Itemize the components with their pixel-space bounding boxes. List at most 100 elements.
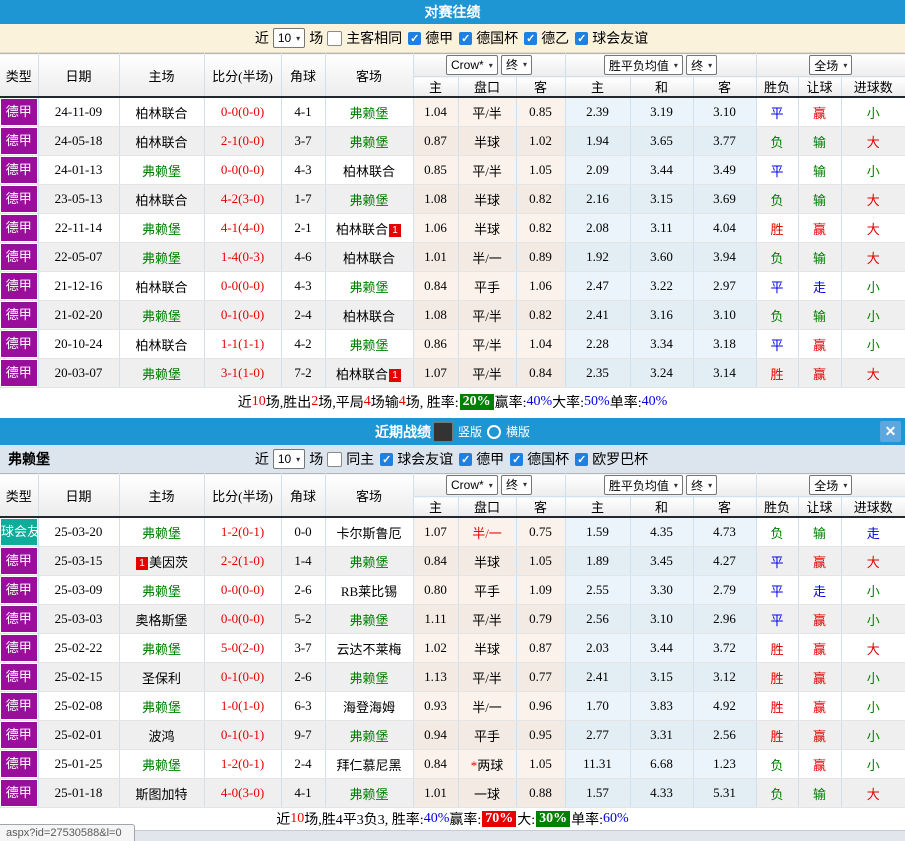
recent-title: 近期战绩 (375, 422, 431, 442)
result-wdl-cell: 平 (756, 97, 798, 127)
away-team[interactable]: 弗赖堡 (349, 135, 388, 150)
result-wdl-cell: 胜 (756, 721, 798, 750)
subheader-主: 主 (413, 497, 458, 518)
away-team[interactable]: RB莱比锡 (341, 584, 397, 599)
home-team[interactable]: 柏林联合 (135, 280, 187, 295)
type-cell: 德甲 (0, 547, 38, 576)
avg-type-select[interactable]: 胜平负均值▾ (604, 55, 683, 75)
odds-company-select[interactable]: Crow*▾ (446, 475, 498, 495)
score-cell: 1-4(0-3) (204, 243, 281, 272)
result-goals-cell: 小 (841, 692, 905, 721)
away-team[interactable]: 柏林联合 (343, 251, 395, 266)
away-team[interactable]: 柏林联合 (343, 164, 395, 179)
avg-draw-cell: 3.83 (630, 692, 693, 721)
league-checkbox-德国杯[interactable]: ✓ (459, 32, 472, 45)
date-cell: 25-03-15 (38, 547, 119, 576)
near-count-select[interactable]: 10▾ (273, 449, 305, 469)
handicap-cell: 半球 (458, 634, 516, 663)
table-row: 德甲25-03-09弗赖堡0-0(0-0)2-6RB莱比锡0.80平手1.092… (0, 576, 905, 605)
away-team[interactable]: 柏林联合 (343, 309, 395, 324)
toggle-checkbox[interactable] (327, 31, 342, 46)
league-checkbox-德甲[interactable]: ✓ (459, 453, 472, 466)
avg-final-select[interactable]: 终▾ (686, 55, 717, 75)
avg-home-cell: 2.28 (565, 330, 630, 359)
away-team[interactable]: 柏林联合 (336, 222, 388, 237)
away-team[interactable]: 卡尔斯鲁厄 (336, 526, 401, 541)
avg-final-select[interactable]: 终▾ (686, 475, 717, 495)
home-cell: 奥格斯堡 (119, 605, 204, 634)
scope-select[interactable]: 全场▾ (809, 475, 852, 495)
league-checkbox-德国杯[interactable]: ✓ (510, 453, 523, 466)
close-icon[interactable]: ✕ (880, 421, 901, 442)
date-cell: 20-03-07 (38, 359, 119, 388)
home-team[interactable]: 柏林联合 (135, 135, 187, 150)
odds-final-select[interactable]: 终▾ (501, 475, 532, 495)
home-team[interactable]: 奥格斯堡 (135, 613, 187, 628)
subheader-进球数: 进球数 (841, 497, 905, 518)
away-team[interactable]: 弗赖堡 (349, 613, 388, 628)
home-team[interactable]: 弗赖堡 (142, 700, 181, 715)
odds-home-cell: 0.80 (413, 576, 458, 605)
away-team[interactable]: 云达不莱梅 (336, 642, 401, 657)
summary-text: 10 (290, 811, 304, 827)
horizontal-layout-radio[interactable] (487, 425, 501, 439)
home-team[interactable]: 弗赖堡 (142, 584, 181, 599)
result-goals-cell: 小 (841, 330, 905, 359)
odds-final-select[interactable]: 终▾ (501, 55, 532, 75)
home-team[interactable]: 弗赖堡 (142, 642, 181, 657)
result-goals-cell: 小 (841, 272, 905, 301)
away-team[interactable]: 弗赖堡 (349, 671, 388, 686)
away-team[interactable]: 弗赖堡 (349, 193, 388, 208)
home-team[interactable]: 斯图加特 (135, 787, 187, 802)
date-cell: 21-12-16 (38, 272, 119, 301)
away-team[interactable]: 弗赖堡 (349, 338, 388, 353)
home-team[interactable]: 弗赖堡 (142, 526, 181, 541)
league-checkbox-球会友谊[interactable]: ✓ (575, 32, 588, 45)
score-text: 4-2(3-0) (221, 191, 264, 206)
away-team[interactable]: 弗赖堡 (349, 280, 388, 295)
home-cell: 弗赖堡 (119, 750, 204, 779)
away-team[interactable]: 拜仁慕尼黑 (336, 758, 401, 773)
odds-home-cell: 1.11 (413, 605, 458, 634)
avg-type-select[interactable]: 胜平负均值▾ (604, 475, 683, 495)
home-team[interactable]: 柏林联合 (135, 193, 187, 208)
toggle-checkbox[interactable] (327, 452, 342, 467)
away-team[interactable]: 弗赖堡 (349, 787, 388, 802)
summary-text: 大: (517, 809, 535, 829)
home-team[interactable]: 圣保利 (142, 671, 181, 686)
home-team[interactable]: 柏林联合 (135, 106, 187, 121)
league-checkbox-欧罗巴杯[interactable]: ✓ (575, 453, 588, 466)
avg-home-cell: 2.39 (565, 97, 630, 127)
rank-badge: 1 (389, 224, 401, 237)
score-text: 0-0(0-0) (221, 278, 264, 293)
league-checkbox-球会友谊[interactable]: ✓ (380, 453, 393, 466)
away-team[interactable]: 弗赖堡 (349, 729, 388, 744)
vertical-layout-radio[interactable] (433, 422, 453, 442)
odds-home-cell: 0.85 (413, 156, 458, 185)
handicap-text: 平/半 (472, 367, 502, 382)
league-checkbox-德甲[interactable]: ✓ (408, 32, 421, 45)
home-cell: 波鸿 (119, 721, 204, 750)
away-team[interactable]: 海登海姆 (343, 700, 395, 715)
league-checkbox-德乙[interactable]: ✓ (524, 32, 537, 45)
home-team[interactable]: 柏林联合 (135, 338, 187, 353)
date-cell: 25-02-08 (38, 692, 119, 721)
avg-away-cell: 4.04 (693, 214, 756, 243)
scope-select[interactable]: 全场▾ (809, 55, 852, 75)
home-team[interactable]: 弗赖堡 (142, 164, 181, 179)
away-team[interactable]: 柏林联合 (336, 367, 388, 382)
away-team[interactable]: 弗赖堡 (349, 106, 388, 121)
home-team[interactable]: 弗赖堡 (142, 758, 181, 773)
odds-company-select[interactable]: Crow*▾ (446, 55, 498, 75)
home-team[interactable]: 弗赖堡 (142, 367, 181, 382)
home-team[interactable]: 弗赖堡 (142, 309, 181, 324)
result-handicap-cell: 赢 (798, 214, 841, 243)
near-count-select[interactable]: 10▾ (273, 28, 305, 48)
handicap-text: 平/半 (472, 671, 502, 686)
home-team[interactable]: 弗赖堡 (142, 251, 181, 266)
home-team[interactable]: 美因茨 (149, 555, 188, 570)
away-team[interactable]: 弗赖堡 (349, 555, 388, 570)
select-value: 终 (691, 57, 703, 74)
home-team[interactable]: 波鸿 (148, 729, 174, 744)
home-team[interactable]: 弗赖堡 (142, 222, 181, 237)
